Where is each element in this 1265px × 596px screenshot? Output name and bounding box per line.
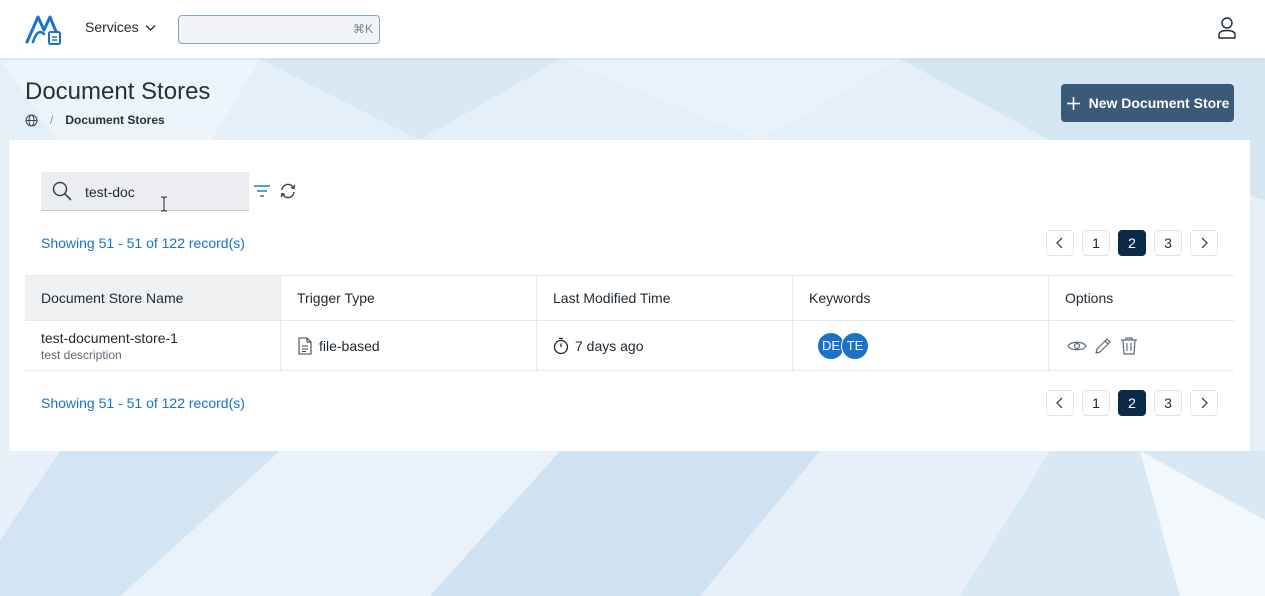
new-document-store-button[interactable]: New Document Store [1061, 84, 1234, 122]
chevron-right-icon [1201, 397, 1208, 409]
top-navigation-bar: Services ⌘K [0, 0, 1265, 59]
document-store-name[interactable]: test-document-store-1 [41, 330, 178, 346]
column-header-trigger-type[interactable]: Trigger Type [281, 276, 537, 320]
page-button-2[interactable]: 2 [1118, 390, 1146, 416]
records-count-top: Showing 51 - 51 of 122 record(s) [41, 235, 245, 251]
page-button-1[interactable]: 1 [1082, 230, 1110, 256]
trigger-type-value: file-based [319, 337, 380, 354]
previous-page-button[interactable] [1046, 230, 1074, 256]
chevron-left-icon [1056, 237, 1063, 249]
breadcrumb: / Document Stores [25, 113, 165, 127]
breadcrumb-separator: / [50, 113, 54, 127]
refresh-icon[interactable] [279, 182, 297, 200]
text-cursor-icon [161, 196, 167, 212]
page-button-2[interactable]: 2 [1118, 230, 1146, 256]
column-header-last-modified[interactable]: Last Modified Time [537, 276, 793, 320]
document-stores-panel: Showing 51 - 51 of 122 record(s) 1 2 3 D… [9, 140, 1250, 451]
new-document-store-label: New Document Store [1088, 95, 1230, 111]
timer-icon [553, 337, 569, 354]
last-modified-value: 7 days ago [575, 337, 644, 354]
app-logo-icon[interactable] [24, 12, 62, 46]
table-search[interactable] [41, 172, 249, 211]
records-count-bottom: Showing 51 - 51 of 122 record(s) [41, 395, 245, 411]
page-button-3[interactable]: 3 [1154, 230, 1182, 256]
next-page-button[interactable] [1190, 390, 1218, 416]
keyword-avatar[interactable]: TE [841, 331, 869, 360]
global-search[interactable]: ⌘K [178, 15, 380, 44]
chevron-right-icon [1201, 237, 1208, 249]
keyword-avatars: DE TE [809, 331, 869, 360]
cell-trigger-type: file-based [281, 321, 537, 370]
breadcrumb-current: Document Stores [65, 113, 165, 127]
user-profile-icon[interactable] [1216, 16, 1238, 40]
column-header-keywords[interactable]: Keywords [793, 276, 1049, 320]
view-eye-icon[interactable] [1067, 336, 1087, 356]
pagination-top: 1 2 3 [1046, 230, 1218, 256]
edit-pencil-icon[interactable] [1093, 336, 1113, 356]
column-header-options: Options [1065, 290, 1114, 306]
services-menu-button[interactable]: Services [85, 19, 157, 35]
plus-icon [1066, 96, 1080, 110]
global-search-input[interactable] [179, 16, 339, 43]
page-button-3[interactable]: 3 [1154, 390, 1182, 416]
cell-last-modified: 7 days ago [537, 321, 793, 370]
next-page-button[interactable] [1190, 230, 1218, 256]
globe-icon[interactable] [25, 114, 38, 127]
cell-keywords: DE TE [793, 321, 1049, 370]
page-title: Document Stores [25, 78, 211, 105]
delete-trash-icon[interactable] [1119, 336, 1139, 356]
page-button-1[interactable]: 1 [1082, 390, 1110, 416]
document-stores-table: Document Store Name Trigger Type Last Mo… [25, 275, 1234, 371]
search-shortcut-hint: ⌘K [352, 22, 373, 36]
cell-options [1049, 321, 1234, 370]
search-icon [52, 181, 72, 201]
pagination-bottom: 1 2 3 [1046, 390, 1218, 416]
services-label: Services [85, 19, 139, 35]
chevron-left-icon [1056, 397, 1063, 409]
column-header-name[interactable]: Document Store Name [25, 276, 281, 320]
previous-page-button[interactable] [1046, 390, 1074, 416]
table-header-row: Document Store Name Trigger Type Last Mo… [25, 275, 1234, 321]
document-store-description: test description [41, 347, 122, 362]
filter-icon[interactable] [253, 183, 271, 199]
document-icon [298, 336, 312, 355]
table-row[interactable]: test-document-store-1 test description f… [25, 321, 1234, 371]
cell-name: test-document-store-1 test description [25, 321, 281, 370]
chevron-down-icon [145, 24, 156, 31]
